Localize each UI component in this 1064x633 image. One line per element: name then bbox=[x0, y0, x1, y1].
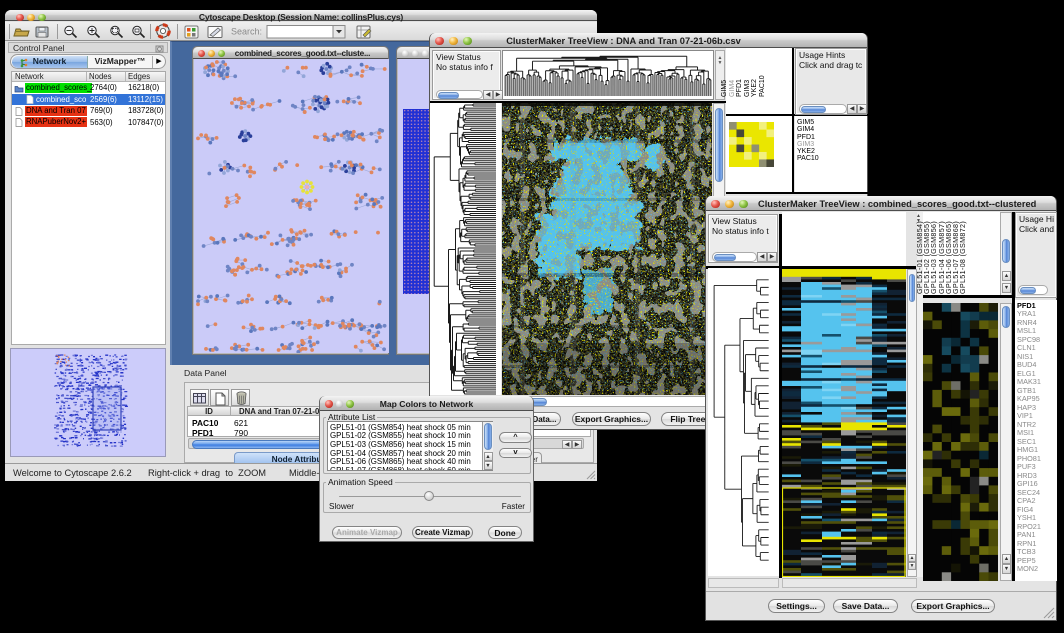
svg-text:Search:: Search: bbox=[231, 27, 262, 37]
